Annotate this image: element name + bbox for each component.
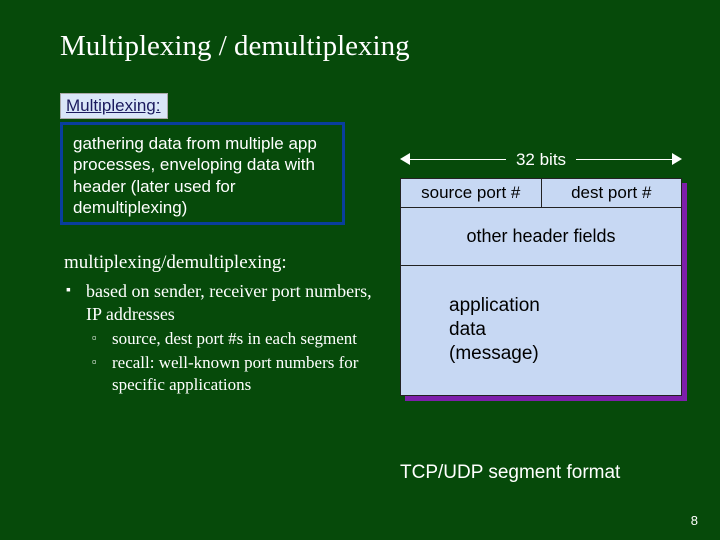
port-row: source port # dest port # [401, 179, 681, 208]
source-port-cell: source port # [401, 179, 542, 207]
bullet-text: source, dest port #s in each segment [112, 329, 357, 348]
dest-port-cell: dest port # [542, 179, 682, 207]
left-text-block: multiplexing/demultiplexing: based on se… [64, 252, 374, 399]
application-data-cell: applicationdata(message) [401, 266, 681, 395]
slide-title: Multiplexing / demultiplexing [60, 30, 410, 63]
bits-label: 32 bits [516, 150, 566, 170]
arrow-right-icon [672, 153, 682, 165]
segment-diagram: 32 bits source port # dest port # other … [400, 148, 682, 396]
bullet-level1: based on sender, receiver port numbers, … [86, 280, 374, 395]
diagram-caption: TCP/UDP segment format [400, 462, 700, 484]
arrow-line [576, 159, 676, 160]
page-number: 8 [691, 513, 698, 528]
other-fields-cell: other header fields [401, 208, 681, 266]
definition-text: gathering data from multiple app process… [73, 134, 317, 217]
subheading: multiplexing/demultiplexing: [64, 252, 374, 274]
multiplexing-label: Multiplexing: [60, 93, 168, 119]
bullet-level2: source, dest port #s in each segment [112, 328, 374, 349]
bullet-text: based on sender, receiver port numbers, … [86, 281, 372, 324]
segment-box: source port # dest port # other header f… [400, 178, 682, 396]
definition-box: gathering data from multiple app process… [60, 122, 345, 225]
bullet-level2: recall: well-known port numbers for spec… [112, 352, 374, 395]
arrow-line [406, 159, 506, 160]
bits-width-indicator: 32 bits [400, 148, 682, 172]
bullet-text: recall: well-known port numbers for spec… [112, 353, 358, 393]
